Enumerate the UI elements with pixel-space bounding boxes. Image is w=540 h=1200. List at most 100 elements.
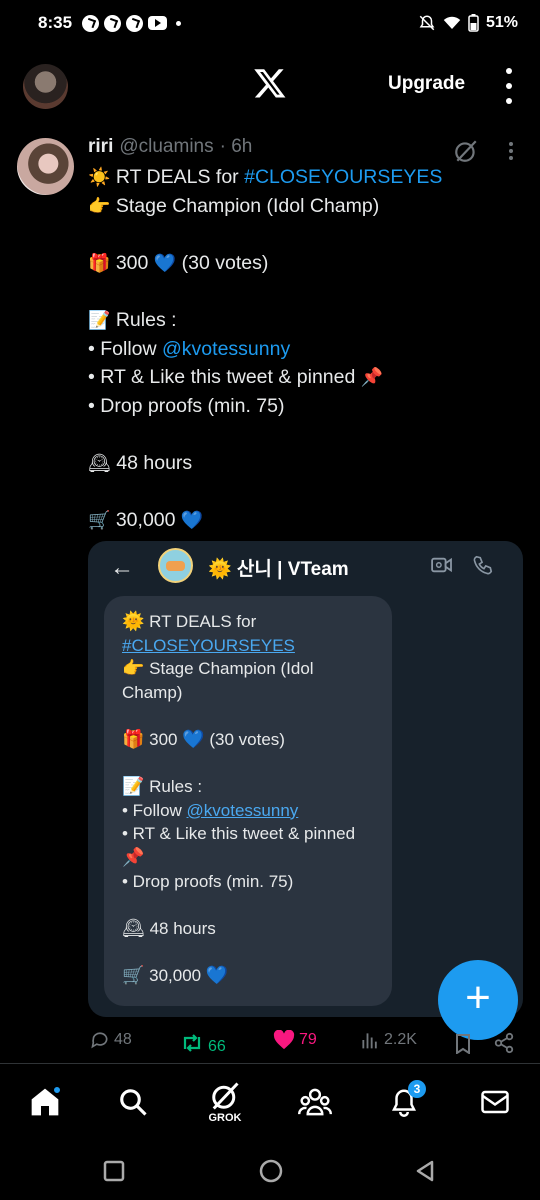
- home-system-icon[interactable]: [258, 1158, 284, 1184]
- text-segment: 300: [110, 251, 154, 274]
- emoji-icon: 📌: [360, 367, 384, 389]
- emoji-icon: 🕰: [88, 452, 111, 474]
- text-line: 🕰 48 hours: [122, 917, 384, 941]
- views-button[interactable]: 2.2K: [360, 1030, 417, 1050]
- tweet-author-name[interactable]: riri: [88, 136, 113, 158]
- emoji-icon: 🎁: [122, 728, 145, 750]
- text-line: #CLOSEYOURSEYES: [122, 634, 384, 658]
- text-line: 🌞 RT DEALS for: [122, 610, 384, 634]
- tweet-author-handle[interactable]: @cluamins: [119, 136, 213, 158]
- text-segment: • Drop proofs (min. 75): [88, 394, 285, 417]
- text-line: • Follow @kvotessunny: [122, 799, 384, 823]
- chat-header: ← 🌞 산니 | VTeam: [88, 541, 523, 595]
- profile-avatar[interactable]: [23, 64, 68, 109]
- communities-icon: [298, 1088, 332, 1116]
- nav-messages[interactable]: [475, 1082, 515, 1122]
- nav-communities[interactable]: [295, 1082, 335, 1122]
- text-line: ☀️ RT DEALS for #CLOSEYOURSEYES: [88, 163, 528, 192]
- recents-icon[interactable]: [103, 1160, 125, 1182]
- chat-bubble: 🌞 RT DEALS for #CLOSEYOURSEYES 👉 Stage Cha…: [104, 596, 392, 1006]
- wifi-icon: [443, 16, 461, 29]
- text-segment: Rules :: [144, 777, 203, 797]
- text-segment: RT DEALS for: [144, 612, 257, 631]
- tweet-timestamp: · 6h: [219, 136, 253, 157]
- emoji-icon: 🛒: [88, 510, 111, 532]
- system-nav-bar: [0, 1136, 540, 1200]
- text-line: 🕰 48 hours: [88, 449, 528, 478]
- tweet-media-image[interactable]: ← 🌞 산니 | VTeam 🌞 RT DEALS for #CLOSEYOURS…: [88, 541, 523, 1017]
- mail-icon: [481, 1090, 509, 1114]
- text-segment: (30 votes): [204, 729, 285, 749]
- battery-icon: [468, 14, 479, 32]
- battery-percent: 51%: [485, 14, 518, 31]
- text-segment: (30 votes): [176, 251, 269, 274]
- upgrade-button[interactable]: Upgrade: [388, 73, 465, 95]
- compose-button[interactable]: +: [438, 960, 518, 1040]
- text-link[interactable]: #CLOSEYOURSEYES: [244, 166, 442, 188]
- bottom-nav: GROK 3: [0, 1064, 540, 1136]
- text-line: • RT & Like this tweet & pinned 📌: [88, 363, 528, 392]
- status-time: 8:35: [38, 13, 73, 32]
- share-icon[interactable]: [493, 1032, 515, 1054]
- video-call-icon: [431, 557, 452, 573]
- nav-grok[interactable]: GROK: [205, 1076, 245, 1124]
- notification-icons: [82, 14, 182, 32]
- text-segment: • Follow: [88, 337, 163, 360]
- more-options-icon[interactable]: [502, 68, 516, 104]
- back-system-icon[interactable]: [414, 1160, 436, 1182]
- text-link[interactable]: @kvotessunny: [162, 338, 290, 360]
- notifications-badge: 3: [408, 1080, 426, 1098]
- nav-search[interactable]: [113, 1082, 153, 1122]
- like-button[interactable]: 79: [273, 1030, 317, 1050]
- emoji-icon: 🛒: [122, 964, 145, 986]
- emoji-icon: 💙: [153, 252, 177, 274]
- tweet-header: riri @cluamins · 6h: [88, 136, 252, 158]
- emoji-icon: 💙: [182, 728, 205, 750]
- emoji-icon: 🕰: [122, 917, 145, 939]
- notification-app-icon: [104, 14, 122, 32]
- emoji-icon: 💙: [205, 964, 229, 986]
- bookmark-icon[interactable]: [455, 1034, 471, 1054]
- emoji-icon: 📝: [122, 776, 145, 798]
- views-count: 2.2K: [384, 1031, 417, 1048]
- text-segment: Rules :: [110, 308, 177, 331]
- text-link[interactable]: @kvotessunny: [187, 801, 299, 820]
- text-line: • Follow @kvotessunny: [88, 335, 528, 364]
- text-line: 📝 Rules :: [88, 306, 528, 335]
- grok-icon[interactable]: [453, 138, 479, 164]
- tweet-author-avatar[interactable]: [17, 138, 74, 195]
- more-notifications-icon: [176, 20, 182, 26]
- text-line: Champ): [122, 681, 384, 705]
- text-line: 📝 Rules :: [122, 775, 384, 799]
- x-logo-icon: [254, 69, 286, 98]
- text-segment: RT DEALS for: [110, 166, 245, 188]
- top-nav: Upgrade: [0, 60, 540, 112]
- nav-home[interactable]: [25, 1082, 65, 1122]
- text-link[interactable]: #CLOSEYOURSEYES: [122, 636, 295, 655]
- back-arrow-icon: ←: [110, 554, 134, 581]
- grok-icon: [212, 1082, 239, 1110]
- text-segment: Stage Champion (Idol: [144, 659, 314, 679]
- text-line: 🛒 30,000 💙: [122, 964, 384, 988]
- text-segment: 300: [144, 729, 183, 749]
- chat-avatar: [158, 548, 193, 583]
- plus-icon: +: [465, 973, 491, 1022]
- retweet-button[interactable]: 66: [180, 1030, 226, 1056]
- text-line: 🎁 300 💙 (30 votes): [122, 728, 384, 752]
- text-segment: Stage Champion (Idol Champ): [110, 194, 380, 217]
- nav-notifications[interactable]: 3: [384, 1080, 426, 1122]
- text-segment: • Follow: [122, 800, 187, 820]
- emoji-icon: ☀️: [88, 167, 111, 188]
- retweet-count: 66: [208, 1038, 226, 1055]
- grok-label: GROK: [208, 1112, 242, 1124]
- emoji-icon: 👉: [88, 195, 111, 217]
- reply-button[interactable]: 48: [90, 1030, 132, 1050]
- youtube-icon: [148, 16, 168, 30]
- tweet-more-icon[interactable]: [508, 142, 514, 160]
- text-line: 🛒 30,000 💙: [88, 506, 528, 535]
- emoji-icon: 💙: [180, 510, 204, 532]
